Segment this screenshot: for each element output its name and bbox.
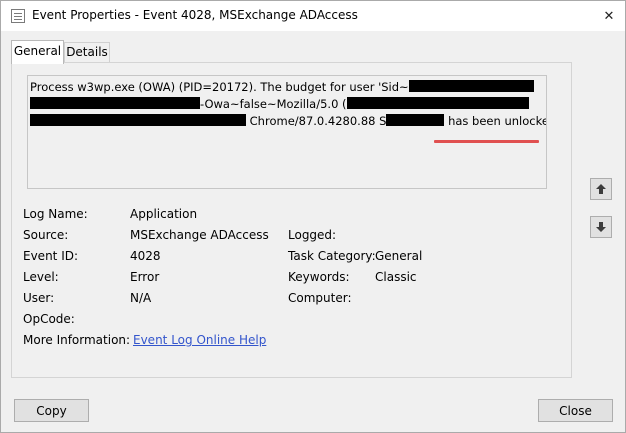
redacted-block bbox=[408, 80, 534, 92]
source-value[interactable]: MSExchange ADAccess bbox=[130, 228, 269, 242]
task-category-label: Task Category: bbox=[288, 249, 376, 263]
computer-label: Computer: bbox=[288, 291, 352, 305]
source-label: Source: bbox=[23, 228, 69, 242]
keywords-value[interactable]: Classic bbox=[375, 270, 417, 284]
description-line: -Owa~false~Mozilla/5.0 ( bbox=[30, 96, 544, 113]
user-label: User: bbox=[23, 291, 55, 305]
event-id-label: Event ID: bbox=[23, 249, 79, 263]
description-line: Chrome/87.0.4280.88 S has been unlocked. bbox=[30, 113, 546, 130]
title-bar: Event Properties - Event 4028, MSExchang… bbox=[1, 1, 625, 31]
logged-label: Logged: bbox=[288, 228, 337, 242]
redacted-block bbox=[346, 97, 529, 109]
close-button[interactable]: Close bbox=[538, 399, 613, 422]
keywords-label: Keywords: bbox=[288, 270, 350, 284]
level-value[interactable]: Error bbox=[130, 270, 159, 284]
next-event-button[interactable] bbox=[590, 216, 612, 238]
redacted-block bbox=[30, 114, 246, 126]
level-label: Level: bbox=[23, 270, 59, 284]
tab-general[interactable]: General bbox=[11, 40, 64, 64]
tab-details[interactable]: Details bbox=[64, 42, 110, 62]
description-line: Process w3wp.exe (OWA) (PID=20172). The … bbox=[30, 79, 544, 96]
close-window-button[interactable]: ✕ bbox=[593, 1, 625, 31]
redacted-block bbox=[386, 114, 445, 126]
previous-event-button[interactable] bbox=[590, 178, 612, 200]
arrow-up-icon bbox=[596, 184, 606, 194]
event-id-value[interactable]: 4028 bbox=[130, 249, 161, 263]
more-information-label: More Information: bbox=[23, 333, 131, 347]
arrow-down-icon bbox=[596, 222, 606, 232]
task-category-value[interactable]: General bbox=[375, 249, 422, 263]
log-name-value[interactable]: Application bbox=[130, 207, 197, 221]
user-value[interactable]: N/A bbox=[130, 291, 151, 305]
copy-button[interactable]: Copy bbox=[14, 399, 89, 422]
event-description[interactable]: Process w3wp.exe (OWA) (PID=20172). The … bbox=[27, 75, 547, 189]
event-log-online-help-link[interactable]: Event Log Online Help bbox=[133, 333, 266, 347]
window-title: Event Properties - Event 4028, MSExchang… bbox=[32, 8, 358, 22]
opcode-label: OpCode: bbox=[23, 312, 75, 326]
highlight-underline bbox=[434, 140, 539, 143]
log-name-label: Log Name: bbox=[23, 207, 88, 221]
event-properties-window: Event Properties - Event 4028, MSExchang… bbox=[0, 0, 626, 433]
redacted-block bbox=[30, 97, 200, 109]
event-viewer-icon bbox=[11, 9, 25, 23]
close-icon: ✕ bbox=[603, 8, 615, 24]
